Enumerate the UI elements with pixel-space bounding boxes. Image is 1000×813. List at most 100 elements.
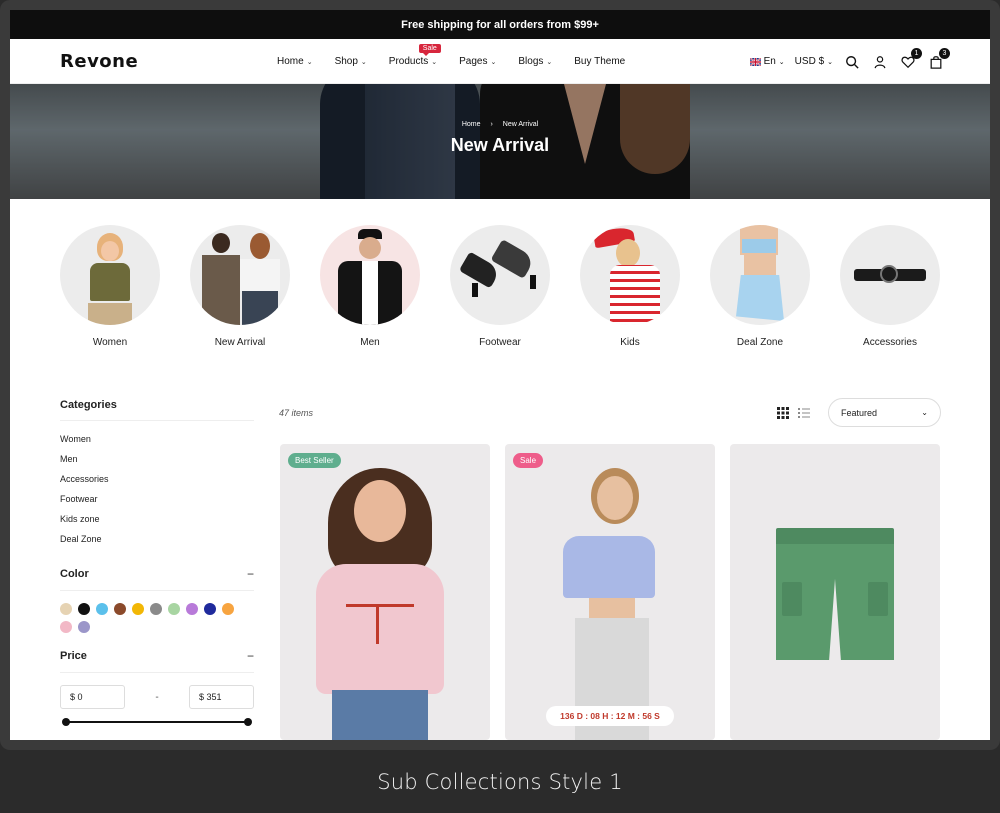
items-count: 47 items [279,408,314,418]
collection-label: Men [360,337,380,348]
color-swatch[interactable] [78,603,90,615]
uk-flag-icon [749,57,761,66]
account-button[interactable] [871,53,889,71]
page-title: New Arrival [450,135,550,155]
list-view-icon[interactable] [798,407,810,419]
product-card[interactable]: Sale 136 D : 08 H : 12 M : 56 S [505,444,715,740]
price-slider-track [66,721,248,723]
cart-button[interactable]: 3 [927,47,950,71]
breadcrumb-home[interactable]: Home [462,121,481,128]
site-header: Revone Home ⌄ Shop ⌄ Sale Products ⌄ Pag… [10,39,990,84]
collection-new-arrival[interactable]: New Arrival [190,225,290,348]
color-swatch[interactable] [96,603,108,615]
color-swatch[interactable] [60,603,72,615]
collection-label: New Arrival [214,337,266,348]
user-icon [874,55,886,68]
nav-label: Home [277,56,304,67]
color-swatch[interactable] [168,603,180,615]
collection-label: Deal Zone [736,337,784,348]
language-selector[interactable]: En ⌄ [749,56,785,67]
price-max-input[interactable]: $ 351 [189,685,254,709]
nav-item-home[interactable]: Home ⌄ [277,56,313,67]
product-card[interactable] [730,444,940,740]
nav-label: Pages [459,56,488,67]
collection-accessories[interactable]: Accessories [840,225,940,348]
product-grid: Best Seller Sale 136 D : 08 H : 12 M : 5… [280,444,941,740]
sub-collections: Women New Arrival Men Footwear Kids Deal… [60,225,940,355]
nav-item-blogs[interactable]: Blogs ⌄ [518,56,552,67]
collection-deal-zone[interactable]: Deal Zone [710,225,810,348]
collection-women[interactable]: Women [60,225,160,348]
main-nav: Home ⌄ Shop ⌄ Sale Products ⌄ Pages ⌄ Bl… [277,39,647,84]
collection-men[interactable]: Men [320,225,420,348]
collection-image [190,225,290,325]
color-swatch[interactable] [150,603,162,615]
category-item[interactable]: Footwear [60,493,254,513]
announcement-text: Free shipping for all orders from $99+ [401,18,599,31]
collection-image [450,225,550,325]
nav-item-pages[interactable]: Pages ⌄ [459,56,496,67]
nav-label: Blogs [518,56,544,67]
category-item[interactable]: Deal Zone [60,533,254,553]
price-range-inputs: $ 0 - $ 351 [60,685,254,709]
category-item[interactable]: Women [60,433,254,453]
categories-heading: Categories [60,399,254,421]
grid-view-icon[interactable] [777,407,789,419]
product-card[interactable]: Best Seller [280,444,490,740]
collection-kids[interactable]: Kids [580,225,680,348]
announcement-bar: Free shipping for all orders from $99+ [10,10,990,39]
collection-footwear[interactable]: Footwear [450,225,550,348]
color-swatches [60,603,240,633]
sort-select[interactable]: Featured ⌄ [828,398,941,427]
currency-label: USD $ [794,56,825,67]
collection-label: Women [92,337,128,348]
price-slider-min-handle[interactable] [62,718,70,726]
sale-tag: Sale [418,44,441,56]
price-separator: - [155,691,159,703]
color-filter-heading[interactable]: Color − [60,567,254,591]
chevron-right-icon: › [490,121,493,128]
color-swatch[interactable] [132,603,144,615]
collection-image [840,225,940,325]
category-item[interactable]: Kids zone [60,513,254,533]
wishlist-button[interactable]: 1 [899,47,922,71]
nav-label: Buy Theme [574,56,626,67]
color-swatch[interactable] [222,603,234,615]
price-slider-max-handle[interactable] [244,718,252,726]
chevron-down-icon: ⌄ [431,58,438,66]
collection-hero: Home › New Arrival New Arrival [10,84,990,199]
nav-item-products[interactable]: Sale Products ⌄ [388,44,441,67]
nav-item-buy-theme[interactable]: Buy Theme [574,56,625,67]
categories-title: Categories [60,399,117,411]
color-swatch[interactable] [60,621,72,633]
collapse-icon[interactable]: − [247,567,254,581]
cart-count-badge: 3 [939,47,950,59]
price-min-input[interactable]: $ 0 [60,685,125,709]
color-swatch[interactable] [204,603,216,615]
category-item[interactable]: Men [60,453,254,473]
price-filter-heading[interactable]: Price − [60,649,254,673]
site-logo[interactable]: Revone [60,51,138,72]
collapse-icon[interactable]: − [247,649,254,663]
chevron-down-icon: ⌄ [921,408,928,417]
color-swatch[interactable] [186,603,198,615]
category-item[interactable]: Accessories [60,473,254,493]
header-actions: En ⌄ USD $ ⌄ 1 3 [749,39,950,84]
color-title: Color [60,568,89,580]
color-swatch[interactable] [78,621,90,633]
price-slider[interactable] [60,717,254,727]
nav-label: Products [388,56,429,67]
nav-item-shop[interactable]: Shop ⌄ [335,56,367,67]
caption: Sub Collections Style 1 [377,769,623,794]
browser-viewport: Free shipping for all orders from $99+ R… [10,10,990,740]
collection-image [710,225,810,325]
chevron-down-icon: ⌄ [306,58,313,66]
breadcrumb-current: New Arrival [502,121,539,128]
collection-label: Kids [620,337,640,348]
search-button[interactable] [843,53,861,71]
color-swatch[interactable] [114,603,126,615]
category-list: Women Men Accessories Footwear Kids zone… [60,433,254,553]
nav-label: Shop [334,56,358,67]
search-icon [846,55,859,69]
currency-selector[interactable]: USD $ ⌄ [795,56,833,67]
